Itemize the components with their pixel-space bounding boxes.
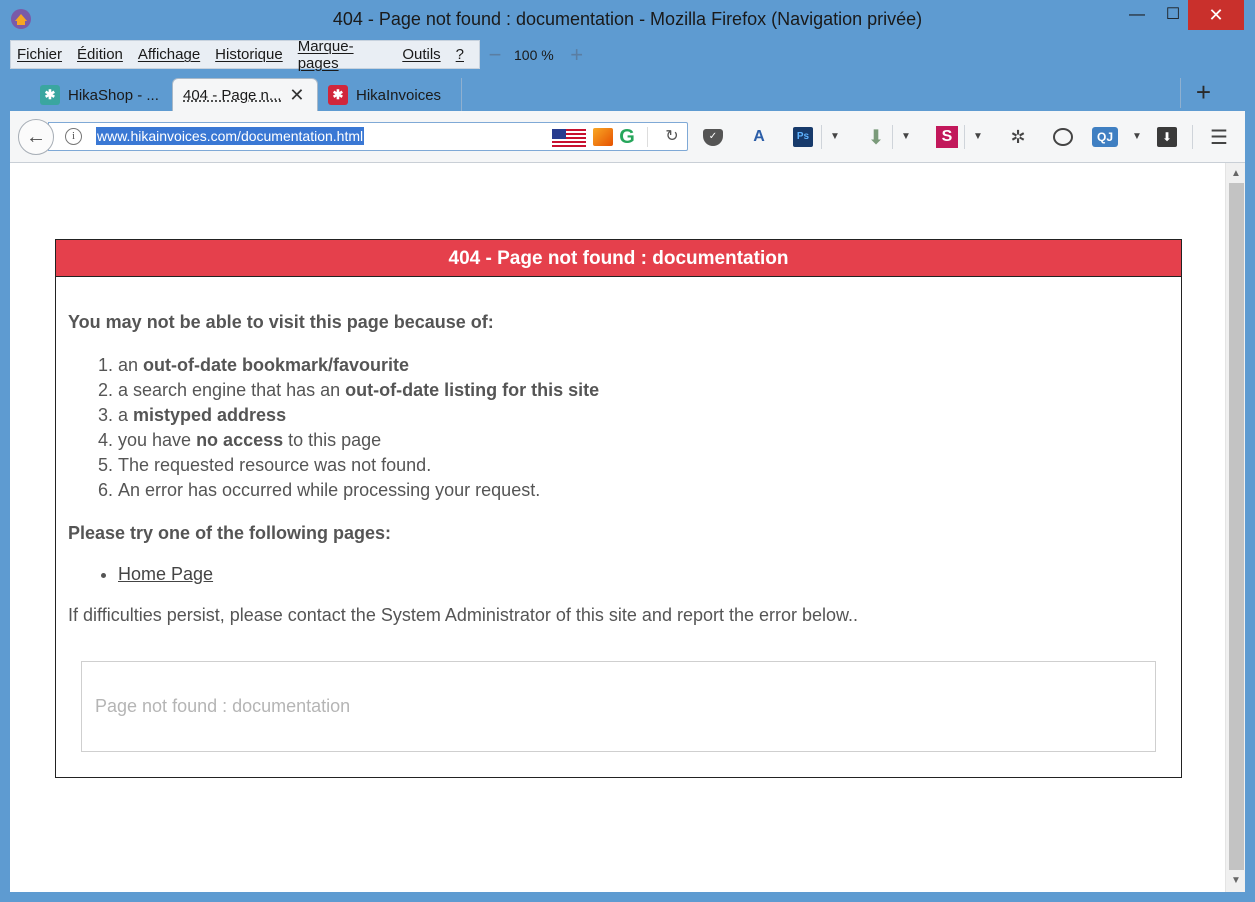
browser-window: 404 - Page not found : documentation - M… bbox=[0, 0, 1255, 902]
error-body: You may not be able to visit this page b… bbox=[56, 312, 1181, 626]
new-tab-button[interactable]: + bbox=[1180, 78, 1226, 108]
navigation-toolbar: i www.hikainvoices.com/documentation.htm… bbox=[10, 111, 1245, 163]
toolbar-separator bbox=[1192, 125, 1193, 149]
zoom-in-button[interactable]: + bbox=[566, 44, 588, 66]
chevron-down-icon[interactable]: ▼ bbox=[900, 126, 912, 148]
list-item: a search engine that has an out-of-date … bbox=[118, 378, 1169, 403]
url-text[interactable]: www.hikainvoices.com/documentation.html bbox=[96, 127, 365, 145]
url-separator bbox=[647, 127, 648, 147]
list-item: An error has occurred while processing y… bbox=[118, 478, 1169, 503]
chevron-down-icon[interactable]: ▼ bbox=[972, 126, 984, 148]
error-header: 404 - Page not found : documentation bbox=[56, 240, 1181, 277]
tab-label: HikaShop - ... bbox=[68, 86, 159, 104]
tab-hikashop[interactable]: ✱ HikaShop - ... bbox=[30, 78, 170, 112]
hamburger-menu-icon[interactable]: ☰ bbox=[1206, 124, 1232, 150]
us-flag-icon[interactable] bbox=[552, 129, 586, 147]
url-bar[interactable]: i www.hikainvoices.com/documentation.htm… bbox=[48, 122, 688, 151]
grammarly-icon[interactable]: G bbox=[616, 126, 638, 148]
zoom-out-button[interactable]: − bbox=[484, 44, 506, 66]
download-arrow-icon[interactable]: ⬇ bbox=[863, 124, 889, 150]
title-bar: 404 - Page not found : documentation - M… bbox=[0, 0, 1255, 38]
maximize-button[interactable]: ☐ bbox=[1158, 0, 1188, 30]
tab-strip: ✱ HikaShop - ... 404 - Page n... ✕ ✱ Hik… bbox=[0, 72, 1255, 112]
menu-marque-pages[interactable]: Marque-pages bbox=[298, 38, 388, 72]
reasons-list: an out-of-date bookmark/favourite a sear… bbox=[68, 353, 1169, 503]
tab-label: HikaInvoices bbox=[356, 86, 442, 104]
hikashop-icon: ✱ bbox=[40, 85, 60, 105]
extension-icon[interactable] bbox=[593, 128, 613, 146]
tab-close-icon[interactable]: ✕ bbox=[289, 85, 304, 106]
photoshop-icon[interactable]: Ps bbox=[790, 124, 816, 150]
menu-help[interactable]: ? bbox=[456, 46, 464, 63]
list-item: you have no access to this page bbox=[118, 428, 1169, 453]
zoom-controls: − 100 % + bbox=[484, 44, 588, 66]
list-item: Home Page bbox=[118, 564, 1169, 585]
list-item: The requested resource was not found. bbox=[118, 453, 1169, 478]
tab-404-page[interactable]: 404 - Page n... ✕ bbox=[172, 78, 318, 112]
menu-affichage[interactable]: Affichage bbox=[138, 46, 200, 63]
error-message-panel: Page not found : documentation bbox=[81, 661, 1156, 752]
pages-list: Home Page bbox=[68, 564, 1169, 585]
persist-text: If difficulties persist, please contact … bbox=[68, 605, 859, 625]
menu-bar: Fichier Édition Affichage Historique Mar… bbox=[10, 38, 480, 72]
close-button[interactable]: ✕ bbox=[1188, 0, 1244, 30]
reload-icon[interactable]: ↻ bbox=[661, 126, 683, 148]
error-box: 404 - Page not found : documentation You… bbox=[55, 239, 1182, 778]
toolbar-separator bbox=[964, 125, 965, 149]
intro-heading: You may not be able to visit this page b… bbox=[68, 312, 494, 332]
menu-historique[interactable]: Historique bbox=[215, 46, 283, 63]
list-item: an out-of-date bookmark/favourite bbox=[118, 353, 1169, 378]
menu-edition[interactable]: Édition bbox=[77, 46, 123, 63]
chat-icon[interactable] bbox=[1050, 124, 1076, 150]
zoom-level[interactable]: 100 % bbox=[514, 47, 554, 63]
qj-icon[interactable]: QJ bbox=[1092, 124, 1118, 150]
bug-icon[interactable]: ✲ bbox=[1005, 124, 1031, 150]
list-item: a mistyped address bbox=[118, 403, 1169, 428]
menu-outils[interactable]: Outils bbox=[402, 46, 440, 63]
toolbar-separator bbox=[821, 125, 822, 149]
tab-hikainvoices[interactable]: ✱ HikaInvoices bbox=[318, 78, 462, 112]
menu-fichier[interactable]: Fichier bbox=[17, 46, 62, 63]
translate-icon[interactable]: A bbox=[746, 124, 772, 150]
scroll-up-icon[interactable]: ▲ bbox=[1226, 165, 1245, 183]
chevron-down-icon[interactable]: ▼ bbox=[1131, 126, 1143, 148]
downloads-icon[interactable]: ⬇ bbox=[1154, 124, 1180, 150]
scroll-thumb[interactable] bbox=[1229, 183, 1244, 870]
scroll-down-icon[interactable]: ▼ bbox=[1226, 872, 1245, 890]
pocket-icon[interactable]: ✓ bbox=[700, 124, 726, 150]
error-message: Page not found : documentation bbox=[95, 696, 351, 716]
s-extension-icon[interactable]: S bbox=[934, 124, 960, 150]
vertical-scrollbar[interactable]: ▲ ▼ bbox=[1225, 163, 1245, 892]
hikainvoices-icon: ✱ bbox=[328, 85, 348, 105]
tab-label: 404 - Page n... bbox=[183, 87, 282, 104]
home-page-link[interactable]: Home Page bbox=[118, 564, 213, 584]
window-title: 404 - Page not found : documentation - M… bbox=[332, 9, 923, 29]
chevron-down-icon[interactable]: ▼ bbox=[829, 126, 841, 148]
back-arrow-icon[interactable]: ← bbox=[18, 119, 54, 155]
try-heading: Please try one of the following pages: bbox=[68, 523, 392, 543]
info-icon[interactable]: i bbox=[65, 128, 82, 145]
toolbar-separator bbox=[892, 125, 893, 149]
page-viewport: 404 - Page not found : documentation You… bbox=[10, 163, 1245, 892]
minimize-button[interactable]: — bbox=[1122, 0, 1152, 30]
